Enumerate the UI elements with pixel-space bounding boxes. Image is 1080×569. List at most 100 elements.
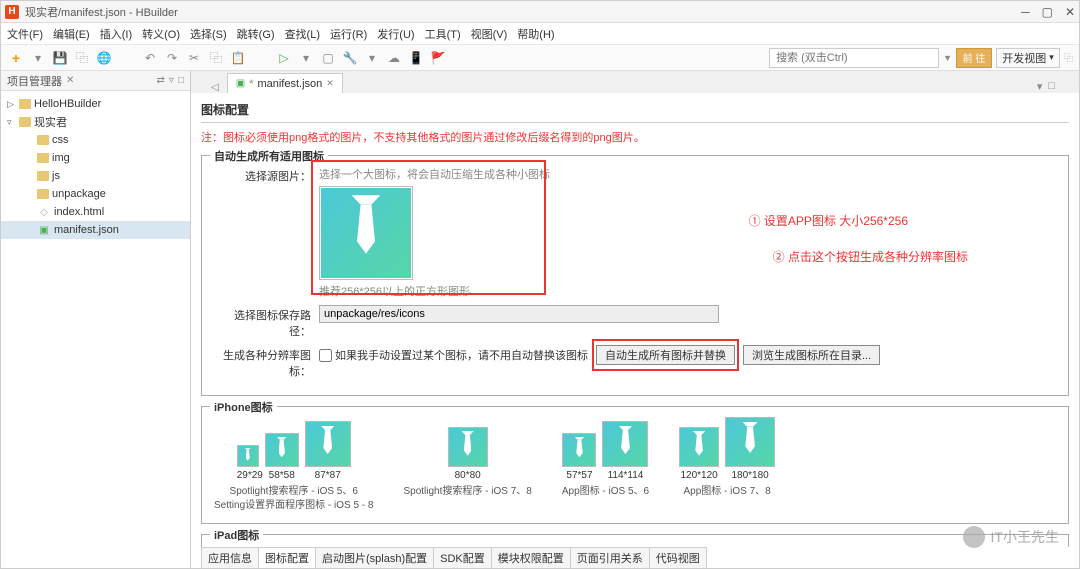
tree-item-HelloHBuilder[interactable]: ▷HelloHBuilder — [1, 95, 190, 113]
search-input[interactable] — [769, 48, 939, 68]
btab-pageref[interactable]: 页面引用关系 — [570, 547, 650, 568]
sidebar-menu-icon[interactable]: ▿ — [169, 75, 174, 86]
new-button[interactable]: + — [7, 49, 25, 67]
label-path: 选择图标保存路径： — [214, 305, 319, 339]
btab-appinfo[interactable]: 应用信息 — [201, 547, 259, 568]
view-dropdown-icon[interactable]: ⿻ — [1064, 51, 1073, 64]
hint-size: 推荐256*256以上的正方形图形 — [319, 283, 1056, 299]
no-replace-checkbox-label[interactable]: 如果我手动设置过某个图标，请不用自动替换该图标 — [319, 347, 588, 363]
btab-icon[interactable]: 图标配置 — [258, 547, 316, 568]
tool2-icon[interactable]: ▾ — [363, 49, 381, 67]
tree-item-index.html[interactable]: ◇index.html — [1, 203, 190, 221]
menu-find[interactable]: 查找(L) — [285, 26, 320, 42]
title-bar: H 现实君/manifest.json - HBuilder ─ ▢ ✕ — [1, 1, 1079, 23]
icon-slot-114*114[interactable] — [602, 421, 648, 467]
section-iphone: iPhone图标 29*2958*5887*87Spotlight搜索程序 - … — [201, 406, 1069, 524]
cloud-icon[interactable]: ☁ — [385, 49, 403, 67]
group-caption: App图标 - iOS 7、8 — [683, 485, 770, 499]
label-source: 选择源图片： — [214, 166, 319, 184]
go-button[interactable]: 前 往 — [956, 48, 992, 68]
tab-menu-icon[interactable]: ▾ — [1037, 80, 1043, 93]
icon-group: 120*120180*180App图标 - iOS 7、8 — [679, 417, 775, 499]
btab-sdk[interactable]: SDK配置 — [433, 547, 492, 568]
btab-code[interactable]: 代码视图 — [649, 547, 707, 568]
icon-slot-57*57[interactable] — [562, 433, 596, 467]
generate-button[interactable]: 自动生成所有图标并替换 — [596, 345, 735, 365]
browser-icon[interactable]: 🌐 — [95, 49, 113, 67]
section-iphone-title: iPhone图标 — [210, 399, 277, 415]
close-panel-icon[interactable]: ✕ — [66, 75, 74, 86]
icon-slot-29*29[interactable] — [237, 445, 259, 467]
group-caption: App图标 - iOS 5、6 — [562, 485, 649, 499]
run-icon[interactable]: ▷ — [275, 49, 293, 67]
source-icon-preview[interactable] — [319, 186, 413, 280]
run-dropdown-icon[interactable]: ▾ — [297, 49, 315, 67]
dev-view-button[interactable]: 开发视图▾ — [996, 48, 1060, 68]
icon-group: 57*57114*114App图标 - iOS 5、6 — [562, 417, 649, 499]
browse-button[interactable]: 浏览生成图标所在目录... — [743, 345, 880, 365]
save-icon[interactable]: 💾 — [51, 49, 69, 67]
flag-icon[interactable]: 🚩 — [429, 49, 447, 67]
link-editor-icon[interactable]: ⇄ — [157, 75, 165, 86]
menu-publish[interactable]: 发行(U) — [377, 26, 414, 42]
maximize-editor-icon[interactable]: □ — [1048, 80, 1055, 93]
icon-slot-58*58[interactable] — [265, 433, 299, 467]
section-ipad-title: iPad图标 — [210, 527, 263, 543]
paste-icon[interactable]: 📋 — [229, 49, 247, 67]
tree-item-img[interactable]: img — [1, 149, 190, 167]
editor-content[interactable]: 图标配置 注：图标必须使用png格式的图片，不支持其他格式的图片通过修改后缀名得… — [191, 93, 1079, 568]
menu-bar: 文件(F) 编辑(E) 插入(I) 转义(O) 选择(S) 跳转(G) 查找(L… — [1, 23, 1079, 45]
maximize-button[interactable]: ▢ — [1042, 5, 1053, 19]
editor-tabs: ◁ ▣ * manifest.json ✕ ▾ □ — [191, 71, 1079, 93]
icon-slot-120*120[interactable] — [679, 427, 719, 467]
undo-icon[interactable]: ↶ — [141, 49, 159, 67]
sidebar-title: 项目管理器 — [7, 73, 62, 89]
close-button[interactable]: ✕ — [1065, 5, 1075, 19]
tool-icon[interactable]: 🔧 — [341, 49, 359, 67]
menu-tools[interactable]: 工具(T) — [425, 26, 461, 42]
collapse-icon[interactable]: □ — [178, 75, 184, 86]
device-icon[interactable]: 📱 — [407, 49, 425, 67]
toolbar: + ▾ 💾 ⿻ 🌐 ↶ ↷ ✂ ⿻ 📋 ▷ ▾ ▢ 🔧 ▾ ☁ 📱 🚩 ▼ 前 … — [1, 45, 1079, 71]
search-dropdown-icon[interactable]: ▼ — [943, 53, 952, 63]
save-path-input[interactable] — [319, 305, 719, 323]
menu-insert[interactable]: 插入(I) — [100, 26, 132, 42]
tab-label: manifest.json — [257, 78, 322, 90]
cut-icon[interactable]: ✂ — [185, 49, 203, 67]
tab-scroll-left-icon[interactable]: ◁ — [211, 82, 219, 93]
tree-item-现实君[interactable]: ▿现实君 — [1, 113, 190, 131]
menu-run[interactable]: 运行(R) — [330, 26, 367, 42]
group-caption: Spotlight搜索程序 - iOS 7、8 — [403, 485, 531, 499]
tree-item-manifest.json[interactable]: ▣manifest.json — [1, 221, 190, 239]
tree-item-js[interactable]: js — [1, 167, 190, 185]
chevron-down-icon[interactable]: ▾ — [29, 49, 47, 67]
redo-icon[interactable]: ↷ — [163, 49, 181, 67]
tree-item-css[interactable]: css — [1, 131, 190, 149]
label-gen: 生成各种分辨率图标： — [214, 345, 319, 379]
tree-item-unpackage[interactable]: unpackage — [1, 185, 190, 203]
menu-file[interactable]: 文件(F) — [7, 26, 43, 42]
tab-close-icon[interactable]: ✕ — [326, 78, 334, 89]
menu-view[interactable]: 视图(V) — [471, 26, 508, 42]
tab-modified-indicator: * — [249, 78, 253, 90]
menu-escape[interactable]: 转义(O) — [142, 26, 180, 42]
menu-select[interactable]: 选择(S) — [190, 26, 227, 42]
icon-slot-80*80[interactable] — [448, 427, 488, 467]
debug-icon[interactable]: ▢ — [319, 49, 337, 67]
minimize-button[interactable]: ─ — [1021, 5, 1030, 19]
copy-icon[interactable]: ⿻ — [207, 49, 225, 67]
menu-edit[interactable]: 编辑(E) — [53, 26, 90, 42]
tab-manifest[interactable]: ▣ * manifest.json ✕ — [227, 73, 343, 93]
menu-goto[interactable]: 跳转(G) — [237, 26, 275, 42]
no-replace-checkbox[interactable] — [319, 349, 332, 362]
menu-help[interactable]: 帮助(H) — [517, 26, 554, 42]
btab-module[interactable]: 模块权限配置 — [491, 547, 571, 568]
hint-source: 选择一个大图标，将会自动压缩生成各种小图标 — [319, 166, 1056, 182]
warning-note: 注：图标必须使用png格式的图片，不支持其他格式的图片通过修改后缀名得到的png… — [201, 129, 1069, 145]
icon-slot-180*180[interactable] — [725, 417, 775, 467]
group-caption: Spotlight搜索程序 - iOS 5、6Setting设置界面程序图标 -… — [214, 485, 373, 513]
project-tree: ▷HelloHBuilder▿现实君cssimgjsunpackage◇inde… — [1, 91, 190, 243]
btab-splash[interactable]: 启动图片(splash)配置 — [315, 547, 434, 568]
save-all-icon[interactable]: ⿻ — [73, 49, 91, 67]
icon-slot-87*87[interactable] — [305, 421, 351, 467]
